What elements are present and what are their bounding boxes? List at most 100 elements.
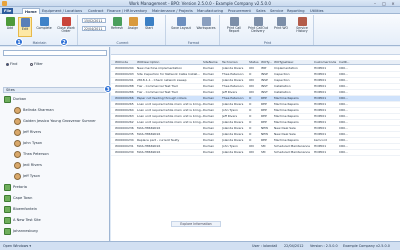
table-cell: New Deal Sale (274, 126, 296, 130)
site-item[interactable]: Durban (4, 95, 26, 104)
save-layout-icon (176, 17, 186, 26)
location-icon (4, 194, 11, 202)
add-button[interactable]: Add (3, 17, 17, 37)
print-callout-delivery-button[interactable]: Print CallOut Delivery (246, 17, 270, 37)
site-item-label: Jedi Rivers (23, 163, 42, 167)
table-cell: HOP001 (314, 102, 327, 106)
workspaces-label: Workspaces (196, 26, 216, 30)
table-cell: CR0... (339, 114, 348, 118)
complete-button[interactable]: Complete (35, 17, 53, 37)
column-header[interactable]: Technician (222, 60, 249, 65)
column-header[interactable]: CallR... (339, 60, 359, 65)
table-cell: Durban (203, 78, 215, 82)
close-work-order-button[interactable]: Close Work Order (55, 17, 77, 37)
site-item[interactable]: John Tyson (14, 139, 42, 148)
table-cell: MAS-H8669016 (137, 132, 161, 136)
site-item[interactable]: Jeff Tyson (14, 172, 40, 181)
table-row[interactable]: WO0000230 MAS-H8669016 Durban Jolanda River… (111, 150, 400, 156)
print-callout-delivery-label: Print CallOut Delivery (247, 26, 269, 34)
table-cell: O (249, 114, 252, 118)
location-icon (4, 205, 11, 213)
minimize-icon[interactable]: – (371, 1, 379, 6)
column-header[interactable]: CustomerCode (314, 60, 339, 65)
assign-label: Assign (127, 26, 139, 30)
column-header[interactable]: Status (249, 60, 261, 65)
table-cell: Durban (203, 72, 215, 76)
group-format: Save Layout Workspaces Format (168, 15, 220, 45)
table-cell: Durban (203, 144, 215, 148)
table-cell: WO0000293 (115, 72, 134, 76)
table-cell: REP (261, 138, 267, 142)
start-label: Start (145, 26, 153, 30)
table-cell: Replace part - current faulty (137, 138, 180, 142)
open-windows-menu[interactable]: Open Windows ▾ (3, 244, 31, 248)
site-item[interactable]: Jeff Rivers (14, 128, 41, 137)
service-history-button[interactable]: Service History (292, 17, 312, 37)
step-marker-1: 1 (15, 38, 23, 46)
sites-header: Sites (3, 87, 107, 93)
print-wo-button[interactable]: Print WO (272, 17, 290, 37)
radio-filter[interactable]: Filter (30, 62, 43, 66)
table-cell: Durban (203, 96, 215, 100)
table-cell: WO0000266 (115, 96, 134, 100)
table-cell: REP (261, 114, 267, 118)
table-cell: Inspection (274, 78, 290, 82)
column-header[interactable]: SiteName (203, 60, 222, 65)
table-cell: HOP001 (314, 72, 327, 76)
column-header[interactable]: WODescription (137, 60, 203, 65)
table-cell: INSP (261, 72, 268, 76)
radio-find[interactable]: Find (6, 62, 17, 66)
table-cell: WO0000264 (115, 108, 134, 112)
avatar (14, 161, 21, 169)
date-from-field[interactable]: 15/02/2011 (82, 18, 106, 23)
complete-icon (39, 17, 49, 26)
table-cell: HOP001 (314, 66, 327, 70)
site-item[interactable]: Jedi Rivers (14, 161, 42, 170)
column-header[interactable]: WOTy... (261, 60, 274, 65)
edit-button[interactable]: Edit (18, 17, 32, 37)
search-input[interactable] (3, 50, 107, 56)
radio-dot-icon (30, 62, 33, 66)
table-cell: Jeff Rivers (222, 90, 238, 94)
step-marker-3: 3 (104, 85, 112, 93)
assign-button[interactable]: Assign (126, 17, 140, 37)
date-to-field[interactable]: 22/04/2011 (82, 26, 106, 31)
column-header[interactable]: WOCode (115, 60, 137, 65)
table-cell: Jolanda Rivers (222, 132, 244, 136)
column-header[interactable]: WOTypeDesc (274, 60, 314, 65)
print-call-report-button[interactable]: Print Call Report (224, 17, 244, 37)
site-item[interactable]: A New Test Site (4, 216, 41, 225)
refresh-icon (112, 17, 122, 26)
table-cell: WO0000262 (115, 120, 134, 124)
site-item-label: Durban (13, 97, 27, 101)
site-item[interactable]: Gaiden Jessica Young Grosvenor Sumner (14, 117, 96, 126)
site-item[interactable]: Johannesburg (4, 227, 38, 236)
group-format-label: Format (187, 41, 200, 45)
table-cell: WO0000231 (115, 144, 134, 148)
explore-information-hint: Explore Information (171, 221, 221, 227)
maximize-icon[interactable]: □ (380, 1, 388, 6)
table-cell: CR0... (339, 84, 348, 88)
refresh-button[interactable]: Refresh (110, 17, 124, 37)
site-item[interactable]: Belinda Sharman (14, 106, 54, 115)
group-current-label: Current (116, 41, 129, 45)
site-item[interactable]: Pretoria (4, 183, 27, 192)
start-button[interactable]: Start (142, 17, 156, 37)
workspaces-button[interactable]: Workspaces (194, 17, 218, 37)
table-cell: Implementation (274, 66, 298, 70)
table-cell: Loan unit required while main unit is br… (137, 108, 203, 112)
save-layout-button[interactable]: Save Layout (170, 17, 192, 37)
close-icon[interactable]: × (389, 1, 397, 6)
site-item[interactable]: Thea Peterson (14, 150, 49, 159)
table-cell: HOP001 (314, 150, 327, 154)
radio-filter-label: Filter (34, 62, 43, 66)
table-cell: WO0000236 (115, 126, 134, 130)
table-cell: Jolanda Rivers (222, 138, 244, 142)
site-item[interactable]: Bloemfontein (4, 205, 37, 214)
avatar (14, 172, 21, 180)
site-item[interactable]: Cape Town (4, 194, 32, 203)
site-item-label: Cape Town (13, 196, 33, 200)
table-cell: ON (249, 66, 254, 70)
table-cell: John Tyson (222, 144, 238, 148)
title-bar: Work Management - BPO: Version 2.5.0.0 -… (0, 0, 400, 7)
